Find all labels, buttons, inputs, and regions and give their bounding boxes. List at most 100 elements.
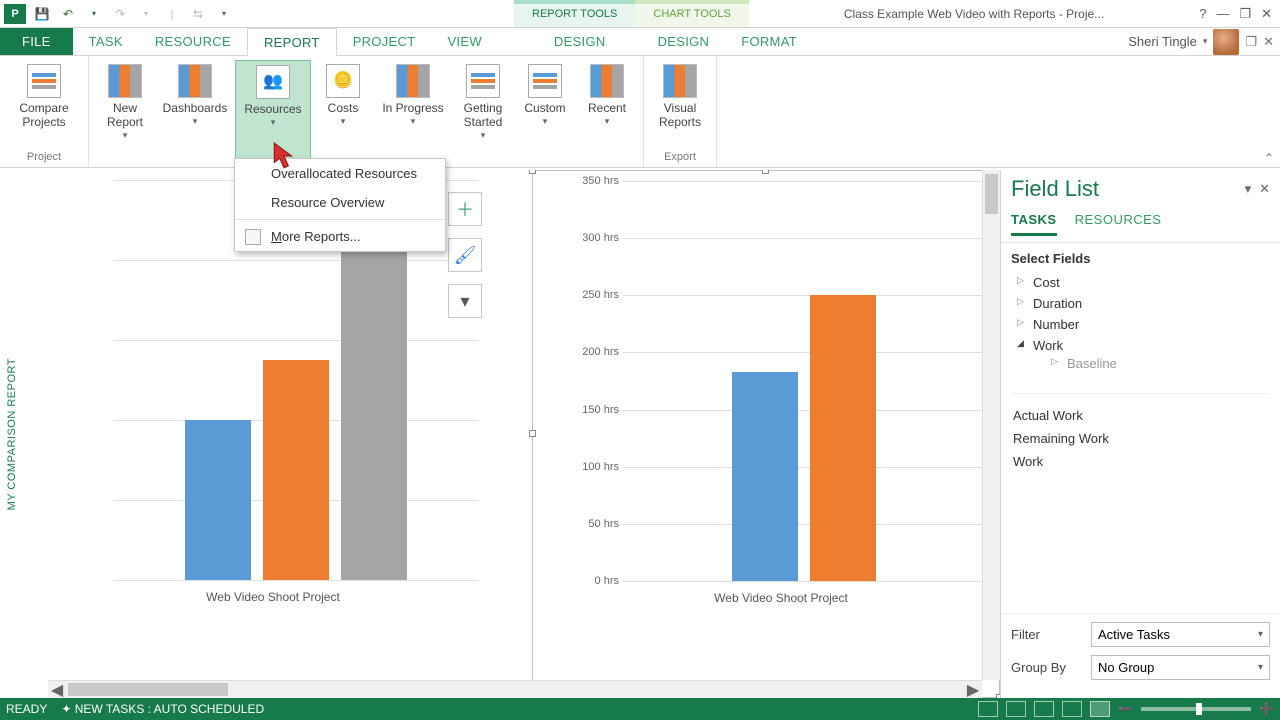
report-name-strip[interactable]: MY COMPARISON REPORT bbox=[0, 170, 24, 698]
zoom-in-icon[interactable]: ➕ bbox=[1259, 702, 1274, 716]
tab-task[interactable]: TASK bbox=[73, 28, 139, 55]
view-team-planner-button[interactable] bbox=[1034, 701, 1054, 717]
doc-restore-icon[interactable]: ❐ bbox=[1245, 34, 1257, 50]
chevron-down-icon: ▾ bbox=[1258, 662, 1263, 673]
dropdown-more-reports[interactable]: MMore Reports...ore Reports... bbox=[235, 222, 445, 251]
bar-work[interactable] bbox=[341, 200, 407, 580]
bar-actual-work[interactable] bbox=[185, 420, 251, 580]
horizontal-scrollbar[interactable]: ◀ ▶ bbox=[48, 680, 982, 698]
subtab-design-chart[interactable]: DESIGN bbox=[642, 28, 726, 55]
subtab-design-report[interactable]: DESIGN bbox=[538, 28, 622, 55]
pane-title: Field List bbox=[1011, 176, 1237, 202]
dashboards-button[interactable]: Dashboards▾ bbox=[157, 60, 233, 165]
bar-remaining-work[interactable] bbox=[810, 295, 876, 581]
user-avatar[interactable] bbox=[1213, 29, 1239, 55]
x-category-label: Web Video Shoot Project bbox=[573, 591, 989, 605]
filter-label: Filter bbox=[1011, 627, 1091, 642]
custom-button[interactable]: Custom▾ bbox=[515, 60, 575, 165]
zoom-slider[interactable] bbox=[1141, 707, 1251, 711]
group-export-label: Export bbox=[650, 149, 710, 165]
tab-report[interactable]: REPORT bbox=[247, 28, 337, 56]
help-icon[interactable]: ? bbox=[1199, 6, 1206, 21]
tab-file[interactable]: FILE bbox=[0, 28, 73, 55]
new-tasks-icon: ✦ bbox=[61, 702, 71, 716]
tree-cost[interactable]: Cost bbox=[1017, 272, 1270, 293]
status-new-tasks[interactable]: ✦ NEW TASKS : AUTO SCHEDULED bbox=[61, 702, 264, 716]
view-task-usage-button[interactable] bbox=[1006, 701, 1026, 717]
group-by-label: Group By bbox=[1011, 660, 1091, 675]
chart-filters-funnel-button[interactable]: ▾ bbox=[448, 284, 482, 318]
select-fields-title: Select Fields bbox=[1011, 251, 1270, 266]
tree-baseline[interactable]: Baseline bbox=[1051, 353, 1270, 374]
selected-remaining-work[interactable]: Remaining Work bbox=[1011, 427, 1270, 450]
user-drop-icon[interactable]: ▾ bbox=[1203, 36, 1208, 47]
zoom-out-icon[interactable]: ➖ bbox=[1118, 702, 1133, 716]
close-icon[interactable]: ✕ bbox=[1261, 6, 1272, 22]
more-reports-icon bbox=[245, 229, 261, 245]
dropdown-overallocated[interactable]: Overallocated Resources bbox=[235, 159, 445, 188]
chart-panel-1[interactable]: 0 hrs50 hrs100 hrs150 hrs200 hrs250 hrs3… bbox=[532, 170, 1000, 698]
redo-drop-icon[interactable]: ▾ bbox=[136, 4, 156, 24]
compare-projects-button[interactable]: Compare Projects bbox=[6, 60, 82, 149]
undo-drop-icon[interactable]: ▾ bbox=[84, 4, 104, 24]
getting-started-icon bbox=[466, 64, 500, 98]
tab-project[interactable]: PROJECT bbox=[337, 28, 432, 55]
tab-view[interactable]: VIEW bbox=[431, 28, 497, 55]
scroll-right-icon[interactable]: ▶ bbox=[964, 680, 982, 699]
group-by-select[interactable]: No Group▾ bbox=[1091, 655, 1270, 680]
visual-reports-button[interactable]: Visual Reports bbox=[650, 60, 710, 149]
dashboards-icon bbox=[178, 64, 212, 98]
getting-started-button[interactable]: Getting Started▾ bbox=[453, 60, 513, 165]
new-report-button[interactable]: New Report▾ bbox=[95, 60, 155, 165]
group-project-label: Project bbox=[6, 149, 82, 165]
restore-icon[interactable]: ❐ bbox=[1239, 6, 1251, 22]
doc-close-icon[interactable]: ✕ bbox=[1263, 34, 1274, 50]
window-title: Class Example Web Video with Reports - P… bbox=[749, 0, 1199, 27]
chevron-down-icon: ▾ bbox=[1258, 629, 1263, 640]
bar-actual-work[interactable] bbox=[732, 372, 798, 581]
recent-button[interactable]: Recent▾ bbox=[577, 60, 637, 165]
x-category-label: Web Video Shoot Project bbox=[64, 590, 482, 604]
undo-icon[interactable]: ↶ bbox=[58, 4, 78, 24]
resources-dropdown: Overallocated Resources Resource Overvie… bbox=[234, 158, 446, 252]
subtab-format[interactable]: FORMAT bbox=[725, 28, 813, 55]
tab-resource[interactable]: RESOURCE bbox=[139, 28, 247, 55]
view-gantt-button[interactable] bbox=[978, 701, 998, 717]
filter-select[interactable]: Active Tasks▾ bbox=[1091, 622, 1270, 647]
chart-elements-plus-button[interactable]: ＋ bbox=[448, 192, 482, 226]
qa-sep: | bbox=[162, 4, 182, 24]
redo-icon[interactable]: ↷ bbox=[110, 4, 130, 24]
costs-button[interactable]: Costs▾ bbox=[313, 60, 373, 165]
link-icon[interactable]: ⇆ bbox=[188, 4, 208, 24]
resources-icon bbox=[256, 65, 290, 99]
selected-work[interactable]: Work bbox=[1011, 450, 1270, 473]
tree-work[interactable]: Work Baseline bbox=[1017, 335, 1270, 377]
recent-icon bbox=[590, 64, 624, 98]
view-report-button[interactable] bbox=[1090, 701, 1110, 717]
vertical-scrollbar[interactable] bbox=[982, 170, 1000, 680]
qa-customise-icon[interactable]: ▾ bbox=[214, 4, 234, 24]
selected-actual-work[interactable]: Actual Work bbox=[1011, 404, 1270, 427]
dropdown-resource-overview[interactable]: Resource Overview bbox=[235, 188, 445, 217]
view-resource-sheet-button[interactable] bbox=[1062, 701, 1082, 717]
pane-tab-resources[interactable]: RESOURCES bbox=[1075, 212, 1162, 236]
ribbon-collapse-icon[interactable]: ⌃ bbox=[1264, 151, 1274, 165]
scroll-left-icon[interactable]: ◀ bbox=[48, 680, 66, 699]
tree-number[interactable]: Number bbox=[1017, 314, 1270, 335]
new-report-icon bbox=[108, 64, 142, 98]
app-logo-icon: P bbox=[4, 4, 26, 24]
field-list-pane: Field List ▾ ✕ TASKS RESOURCES Select Fi… bbox=[1000, 170, 1280, 698]
resources-button[interactable]: Resources▾ bbox=[235, 60, 311, 165]
in-progress-icon bbox=[396, 64, 430, 98]
visual-reports-icon bbox=[663, 64, 697, 98]
minimize-icon[interactable]: — bbox=[1216, 6, 1229, 21]
bar-remaining-work[interactable] bbox=[263, 360, 329, 580]
in-progress-button[interactable]: In Progress▾ bbox=[375, 60, 451, 165]
tree-duration[interactable]: Duration bbox=[1017, 293, 1270, 314]
pane-close-icon[interactable]: ✕ bbox=[1259, 181, 1270, 197]
pane-tab-tasks[interactable]: TASKS bbox=[1011, 212, 1057, 236]
context-chart-tools: CHART TOOLS bbox=[635, 0, 748, 27]
chart-styles-brush-button[interactable]: 🖌 bbox=[448, 238, 482, 272]
save-icon[interactable]: 💾 bbox=[32, 4, 52, 24]
pane-options-icon[interactable]: ▾ bbox=[1245, 181, 1252, 197]
